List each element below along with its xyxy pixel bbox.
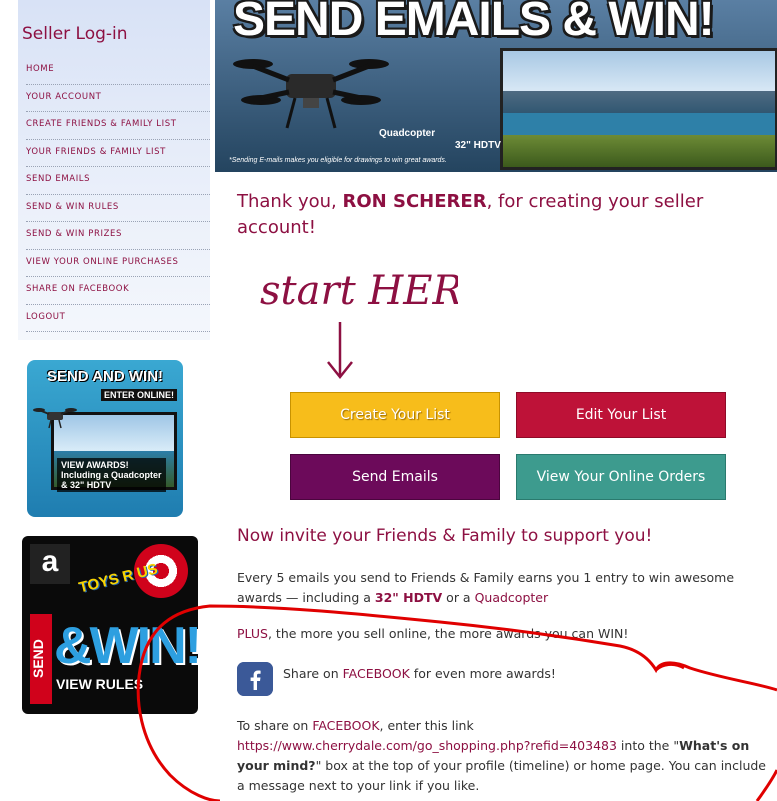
- promo-send-text: SEND: [30, 614, 52, 704]
- facebook-link[interactable]: FACEBOOK: [343, 666, 410, 681]
- hdtv-link[interactable]: 32" HDTV: [375, 590, 442, 605]
- sidebar-item-your-list[interactable]: YOUR FRIENDS & FAMILY LIST: [26, 140, 210, 167]
- banner-title: SEND EMAILS & WIN!: [233, 0, 715, 46]
- sidebar-item-logout[interactable]: LOGOUT: [26, 305, 210, 332]
- start-here-text: start HERE: [260, 268, 458, 314]
- amazon-logo: a: [30, 544, 70, 584]
- sidebar-item-send-emails[interactable]: SEND EMAILS: [26, 167, 210, 195]
- sidebar-item-prizes[interactable]: SEND & WIN PRIZES: [26, 222, 210, 250]
- edit-list-button[interactable]: Edit Your List: [516, 392, 726, 438]
- banner-tv-image: [500, 48, 777, 170]
- facebook-share-text: Share on FACEBOOK for even more awards!: [283, 666, 556, 681]
- drone-icon: [33, 408, 77, 429]
- seller-name: RON SCHERER: [342, 191, 487, 212]
- send-emails-button[interactable]: Send Emails: [290, 454, 500, 500]
- sidebar-item-create-list[interactable]: CREATE FRIENDS & FAMILY LIST: [26, 112, 210, 140]
- sidebar-item-home[interactable]: HOME: [26, 57, 210, 85]
- seller-login-panel: Seller Log-in HOME YOUR ACCOUNT CREATE F…: [18, 0, 210, 340]
- facebook-icon[interactable]: [237, 662, 273, 696]
- sidebar-item-your-account[interactable]: YOUR ACCOUNT: [26, 85, 210, 112]
- sidebar-item-purchases[interactable]: VIEW YOUR ONLINE PURCHASES: [26, 250, 210, 277]
- banner-caption-hdtv: 32" HDTV: [455, 140, 501, 151]
- promo-view-rules: VIEW RULES: [56, 676, 144, 692]
- sidebar: Seller Log-in HOME YOUR ACCOUNT CREATE F…: [0, 0, 215, 801]
- quadcopter-icon: [233, 59, 389, 129]
- promo-awards-text: VIEW AWARDS! Including a Quadcopter & 32…: [57, 458, 166, 492]
- promo-win-text: &WIN!: [54, 617, 198, 675]
- view-orders-button[interactable]: View Your Online Orders: [516, 454, 726, 500]
- seller-login-title: Seller Log-in: [22, 24, 128, 44]
- promo-enter-online: ENTER ONLINE!: [100, 389, 177, 401]
- view-rules-promo[interactable]: a TOYS R US SEND &WIN! VIEW RULES: [22, 536, 198, 714]
- plus-paragraph: PLUS, the more you sell online, the more…: [237, 626, 629, 641]
- send-and-win-promo[interactable]: SEND AND WIN! ENTER ONLINE! VIEW AWARDS!…: [27, 360, 183, 517]
- down-arrow-icon: [327, 322, 353, 380]
- sidebar-item-rules[interactable]: SEND & WIN RULES: [26, 195, 210, 222]
- sidebar-menu: HOME YOUR ACCOUNT CREATE FRIENDS & FAMIL…: [26, 57, 210, 332]
- start-here-annotation: start HERE: [260, 268, 458, 380]
- sidebar-item-share-facebook[interactable]: SHARE ON FACEBOOK: [26, 277, 210, 305]
- awards-paragraph: Every 5 emails you send to Friends & Fam…: [237, 570, 735, 605]
- send-emails-banner: SEND EMAILS & WIN! Quadcopter 32" HDTV *…: [215, 0, 777, 172]
- thank-you-message: Thank you, RON SCHERER, for creating you…: [237, 191, 704, 238]
- banner-caption-quadcopter: Quadcopter: [379, 128, 436, 139]
- invite-heading: Now invite your Friends & Family to supp…: [237, 526, 653, 546]
- share-instructions: To share on FACEBOOK, enter this link ht…: [237, 718, 766, 793]
- share-facebook-link[interactable]: FACEBOOK: [312, 718, 379, 733]
- quadcopter-link[interactable]: Quadcopter: [475, 590, 549, 605]
- create-list-button[interactable]: Create Your List: [290, 392, 500, 438]
- referral-url[interactable]: https://www.cherrydale.com/go_shopping.p…: [237, 738, 617, 753]
- plus-text: PLUS: [237, 626, 268, 641]
- promo-headline: SEND AND WIN!: [46, 368, 164, 385]
- banner-fine-print: *Sending E-mails makes you eligible for …: [229, 157, 447, 164]
